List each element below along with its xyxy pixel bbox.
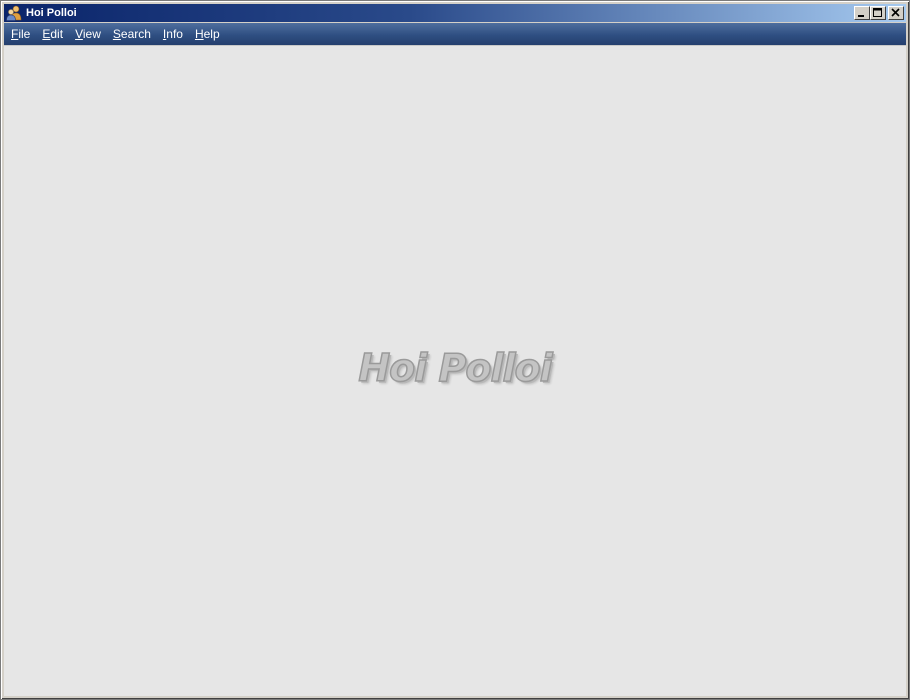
menu-view-label: iew <box>82 27 101 41</box>
menu-search[interactable]: Search <box>107 23 157 45</box>
title-bar[interactable]: Hoi Polloi <box>4 4 906 22</box>
minimize-icon <box>858 15 864 17</box>
main-window: Hoi Polloi File Edit View Search Info He… <box>0 0 910 700</box>
menu-info[interactable]: Info <box>157 23 189 45</box>
menu-bar: File Edit View Search Info Help <box>4 23 906 45</box>
main-content-area[interactable]: Hoi Polloi <box>4 45 906 696</box>
menu-search-label: earch <box>120 27 151 41</box>
menu-file[interactable]: File <box>4 23 36 45</box>
menu-file-label: ile <box>18 27 31 41</box>
menu-view[interactable]: View <box>69 23 107 45</box>
window-title: Hoi Polloi <box>26 7 77 19</box>
menu-search-mnemonic: S <box>112 27 121 41</box>
maximize-button[interactable] <box>870 6 886 20</box>
close-icon <box>891 8 900 17</box>
menu-help[interactable]: Help <box>189 23 226 45</box>
menu-help-label: elp <box>203 27 220 41</box>
app-watermark-logo: Hoi Polloi <box>358 345 554 391</box>
menu-help-mnemonic: H <box>194 27 204 41</box>
menu-edit-label: dit <box>50 27 64 41</box>
maximize-icon <box>873 8 882 17</box>
menu-view-mnemonic: V <box>75 27 83 41</box>
close-button[interactable] <box>888 6 904 20</box>
app-users-icon[interactable] <box>6 5 22 21</box>
menu-info-label: nfo <box>166 27 183 41</box>
window-controls <box>854 6 904 20</box>
minimize-button[interactable] <box>854 6 870 20</box>
menu-edit[interactable]: Edit <box>36 23 69 45</box>
